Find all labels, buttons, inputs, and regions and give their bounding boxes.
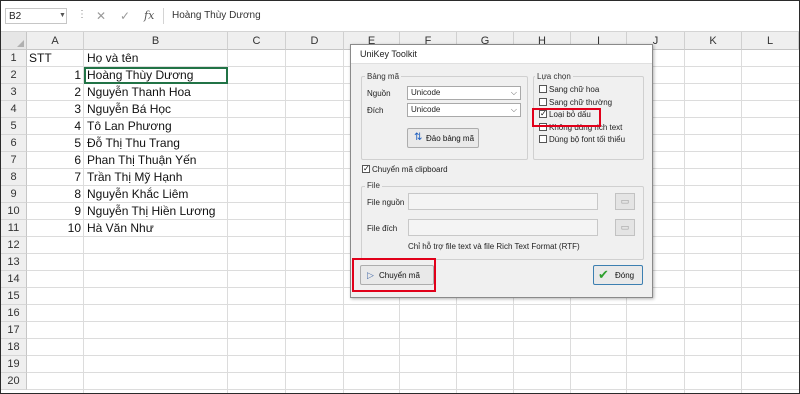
- source-file-label: File nguồn: [367, 198, 405, 207]
- cell-stt[interactable]: 2: [28, 84, 81, 101]
- source-encoding-select[interactable]: Unicode ⌵: [407, 86, 521, 100]
- swap-encoding-button[interactable]: ⇅ Đảo bảng mã: [407, 128, 479, 148]
- row-header-15[interactable]: 15: [1, 288, 27, 305]
- cell-stt[interactable]: 7: [28, 169, 81, 186]
- browse-dest-button[interactable]: ▭: [615, 219, 635, 236]
- row-header-5[interactable]: 5: [1, 118, 27, 135]
- grid-line: [741, 50, 742, 393]
- header-cell-stt[interactable]: STT: [29, 50, 83, 67]
- browse-source-button[interactable]: ▭: [615, 193, 635, 210]
- row-header-4[interactable]: 4: [1, 101, 27, 118]
- option-label: Sang chữ thường: [549, 97, 613, 107]
- row-header-18[interactable]: 18: [1, 339, 27, 356]
- enter-icon[interactable]: ✓: [120, 8, 130, 24]
- cell-name[interactable]: Nguyễn Thanh Hoa: [87, 84, 227, 101]
- row-header-8[interactable]: 8: [1, 169, 27, 186]
- name-box[interactable]: B2: [5, 8, 67, 24]
- dialog-title: UniKey Toolkit: [351, 45, 652, 64]
- highlight-remove-accents: [532, 108, 601, 127]
- highlight-convert-button: [352, 258, 436, 292]
- clipboard-checkbox[interactable]: ✓: [362, 165, 370, 173]
- dest-file-label: File đích: [367, 224, 398, 233]
- row-header-17[interactable]: 17: [1, 322, 27, 339]
- chevron-down-icon: ⌵: [510, 88, 517, 97]
- insert-function-icon[interactable]: fx: [144, 8, 154, 24]
- formula-bar: B2 ▼ ⋮ ✕ ✓ fx Hoàng Thùy Dương: [1, 1, 799, 32]
- cell-stt[interactable]: 9: [28, 203, 81, 220]
- options-label: Lựa chọn: [535, 72, 573, 81]
- column-header-k[interactable]: K: [685, 32, 742, 50]
- row-header-1[interactable]: 1: [1, 50, 27, 67]
- grid-line: [684, 50, 685, 393]
- row-header-10[interactable]: 10: [1, 203, 27, 220]
- excel-window: B2 ▼ ⋮ ✕ ✓ fx Hoàng Thùy Dương ABCDEFGHI…: [0, 0, 800, 394]
- source-file-input[interactable]: [408, 193, 598, 210]
- row-header-2[interactable]: 2: [1, 67, 27, 84]
- row-header-9[interactable]: 9: [1, 186, 27, 203]
- cell-name[interactable]: Nguyễn Khắc Liêm: [87, 186, 227, 203]
- file-group-label: File: [365, 181, 382, 190]
- cell-stt[interactable]: 8: [28, 186, 81, 203]
- row-header-14[interactable]: 14: [1, 271, 27, 288]
- source-encoding-label: Nguồn: [367, 89, 391, 98]
- chevron-down-icon[interactable]: ▼: [59, 8, 66, 24]
- cell-name[interactable]: Nguyễn Thị Hiền Lương: [87, 203, 227, 220]
- cell-name[interactable]: Trần Thị Mỹ Hạnh: [87, 169, 227, 186]
- header-cell-name[interactable]: Họ và tên: [87, 50, 227, 67]
- formula-input[interactable]: Hoàng Thùy Dương: [163, 8, 799, 24]
- file-note: Chỉ hỗ trợ file text và file Rich Text F…: [408, 242, 580, 251]
- checkmark-icon: ✔: [598, 267, 609, 282]
- dest-file-input[interactable]: [408, 219, 598, 236]
- dest-encoding-select[interactable]: Unicode ⌵: [407, 103, 521, 117]
- chevron-down-icon: ⌵: [510, 105, 517, 114]
- cell-stt[interactable]: 6: [28, 152, 81, 169]
- option-checkbox[interactable]: [539, 135, 547, 143]
- column-header-d[interactable]: D: [286, 32, 344, 50]
- dest-encoding-label: Đích: [367, 106, 384, 115]
- row-header-6[interactable]: 6: [1, 135, 27, 152]
- cell-name[interactable]: Nguyễn Bá Học: [87, 101, 227, 118]
- option-checkbox[interactable]: [539, 97, 547, 106]
- column-header-l[interactable]: L: [742, 32, 799, 50]
- cell-stt[interactable]: 10: [28, 220, 81, 237]
- option-label: Sang chữ hoa: [549, 85, 600, 94]
- column-header-c[interactable]: C: [228, 32, 286, 50]
- grid-line: [227, 50, 228, 393]
- cell-name[interactable]: Tô Lan Phương: [87, 118, 227, 135]
- cell-name[interactable]: Đỗ Thị Thu Trang: [87, 135, 227, 152]
- bang-ma-label: Bảng mã: [365, 72, 402, 81]
- grid-line: [83, 50, 84, 393]
- row-header-3[interactable]: 3: [1, 84, 27, 101]
- grid-line: [343, 50, 344, 393]
- select-all-button[interactable]: [1, 32, 27, 50]
- grid-line: [285, 50, 286, 393]
- row-header-11[interactable]: 11: [1, 220, 27, 237]
- row-header-20[interactable]: 20: [1, 373, 27, 390]
- row-header-19[interactable]: 19: [1, 356, 27, 373]
- cell-name[interactable]: Hà Văn Như: [87, 220, 227, 237]
- more-icon: ⋮: [77, 9, 87, 20]
- row-header-13[interactable]: 13: [1, 254, 27, 271]
- column-header-a[interactable]: A: [27, 32, 84, 50]
- option-label: Dùng bộ font tối thiểu: [549, 135, 626, 144]
- row-header-16[interactable]: 16: [1, 305, 27, 322]
- column-header-b[interactable]: B: [84, 32, 228, 50]
- cancel-icon[interactable]: ✕: [96, 8, 106, 24]
- cell-name[interactable]: Phan Thị Thuận Yến: [87, 152, 227, 169]
- cell-stt[interactable]: 3: [28, 101, 81, 118]
- cell-stt[interactable]: 1: [28, 67, 81, 84]
- row-header-7[interactable]: 7: [1, 152, 27, 169]
- swap-icon: ⇅: [414, 132, 423, 143]
- row-header-12[interactable]: 12: [1, 237, 27, 254]
- active-cell-border: [84, 67, 228, 84]
- close-button[interactable]: ✔ Đóng: [593, 265, 643, 285]
- option-checkbox[interactable]: [539, 85, 547, 93]
- folder-icon: ▭: [620, 196, 630, 206]
- cell-stt[interactable]: 4: [28, 118, 81, 135]
- clipboard-label: Chuyển mã clipboard: [372, 165, 448, 174]
- cell-stt[interactable]: 5: [28, 135, 81, 152]
- folder-icon: ▭: [620, 222, 630, 232]
